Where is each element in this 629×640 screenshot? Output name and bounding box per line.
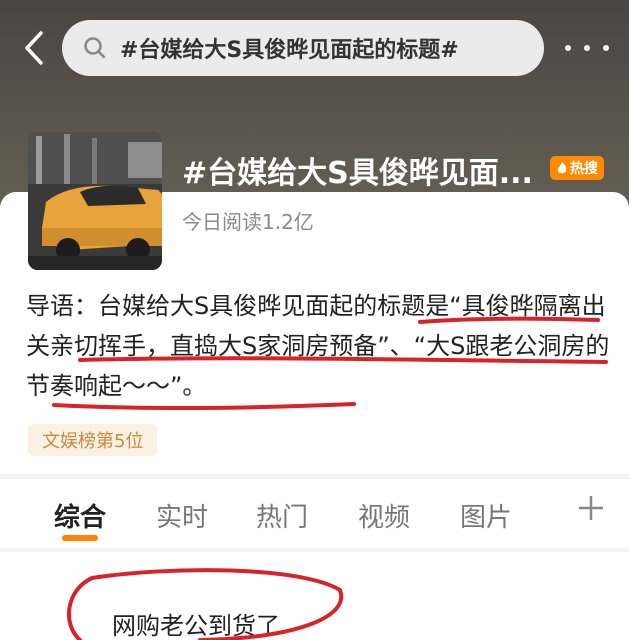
hot-search-badge: 热搜	[550, 156, 604, 180]
tab-video[interactable]: 视频	[358, 497, 410, 534]
tab-pictures[interactable]: 图片	[460, 497, 512, 534]
more-options-button[interactable]	[558, 30, 616, 66]
search-input[interactable]: #台媒给大S具俊晔见面起的标题#	[62, 20, 544, 76]
read-count: 今日阅读1.2亿	[182, 210, 314, 234]
tab-comprehensive[interactable]: 综合	[54, 497, 106, 534]
tab-hot[interactable]: 热门	[256, 497, 308, 534]
back-button[interactable]	[14, 26, 54, 70]
feed-area	[0, 552, 629, 640]
search-query: #台媒给大S具俊晔见面起的标题#	[120, 38, 459, 63]
cover-photo	[28, 132, 162, 270]
active-tab-indicator	[62, 535, 98, 541]
topic-cover-image[interactable]	[28, 132, 162, 270]
hot-badge-label: 热搜	[570, 161, 598, 177]
flame-icon	[557, 162, 567, 174]
search-icon	[84, 37, 106, 59]
more-dots-icon	[564, 45, 571, 51]
tab-bar: 综合 实时 热门 视频 图片	[0, 478, 629, 548]
plus-icon[interactable]	[574, 491, 608, 525]
topic-intro: 导语：台媒给大S具俊晔见面起的标题是“具俊晔隔离出关亲切挥手，直捣大S家洞房预备…	[26, 292, 610, 400]
ranking-tag[interactable]: 文娱榜第5位	[28, 424, 158, 456]
back-arrow-icon	[25, 31, 43, 65]
topic-title: #台媒给大S具俊晔见面...	[182, 156, 533, 191]
tab-realtime[interactable]: 实时	[156, 497, 208, 534]
feed-post-text[interactable]: 网购老公到货了	[112, 606, 280, 640]
